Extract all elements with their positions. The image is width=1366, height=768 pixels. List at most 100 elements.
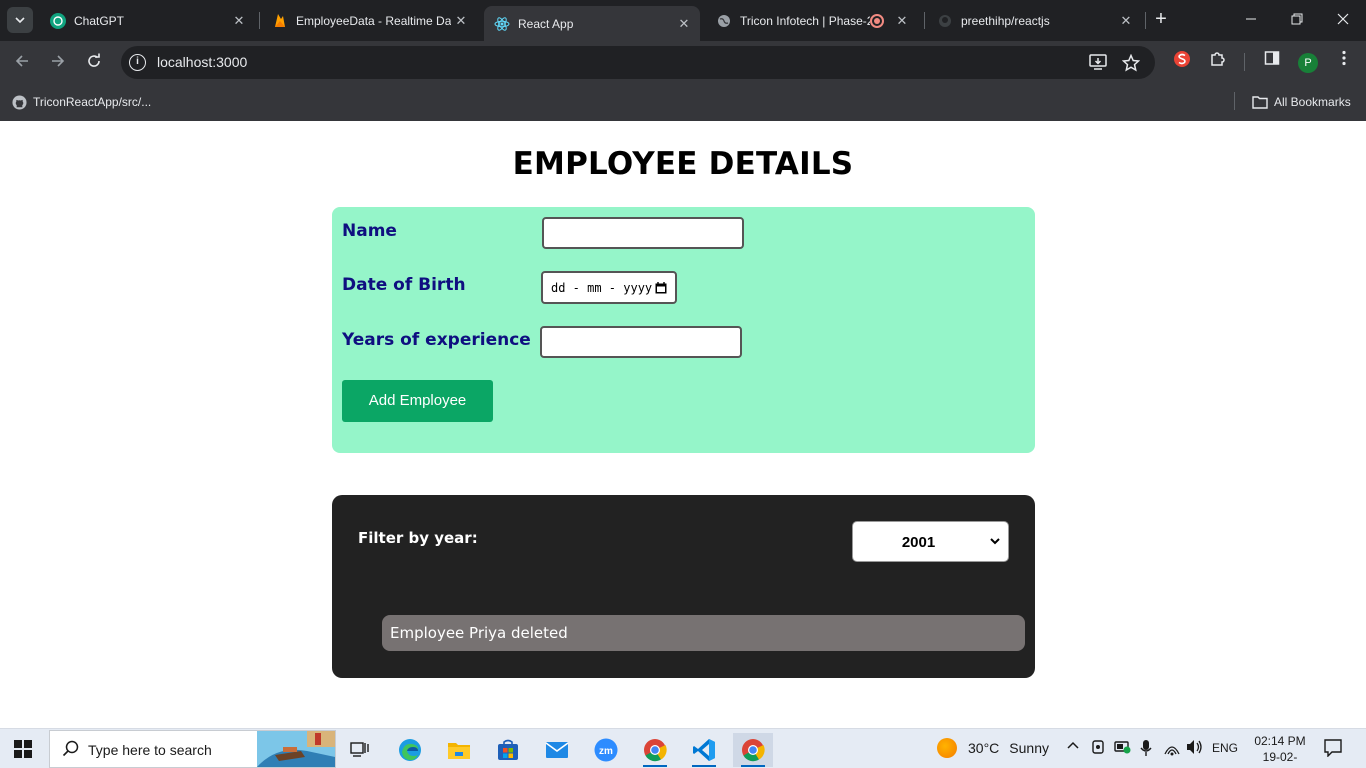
edge-icon (399, 739, 421, 761)
name-input[interactable] (542, 217, 744, 249)
notification-button[interactable] (1324, 739, 1342, 760)
bookmark-label: TriconReactApp/src/... (33, 95, 152, 109)
reload-button[interactable] (82, 51, 106, 75)
all-bookmarks-label: All Bookmarks (1274, 95, 1351, 109)
site-info-icon[interactable]: i (129, 54, 146, 71)
chevron-down-icon (15, 17, 25, 24)
tab-react-app[interactable]: React App ✕ (484, 6, 700, 41)
weather-temp: 30°C (968, 740, 1000, 756)
close-tab-icon[interactable]: ✕ (674, 16, 694, 32)
bookmarks-divider (1234, 92, 1235, 110)
address-bar[interactable]: i localhost:3000 (121, 46, 1155, 79)
name-label: Name (342, 221, 397, 241)
taskbar-store[interactable] (488, 733, 528, 767)
browser-tab-bar: ChatGPT ✕ EmployeeData - Realtime Da ✕ R… (0, 0, 1366, 41)
taskbar-mail[interactable] (537, 733, 577, 767)
experience-input[interactable] (540, 326, 742, 358)
task-view-icon (350, 742, 369, 757)
taskbar-edge[interactable] (390, 733, 430, 767)
notification-icon (1324, 739, 1342, 758)
calendar-icon[interactable] (655, 281, 667, 294)
bookmark-item[interactable]: TriconReactApp/src/... (11, 94, 151, 110)
tab-separator (924, 12, 925, 29)
task-view-button[interactable] (340, 733, 380, 767)
clock-date: 19-02-2024 (1262, 750, 1298, 768)
windows-start-button[interactable] (14, 740, 32, 758)
chatgpt-icon (50, 12, 66, 29)
reload-icon (88, 53, 100, 67)
menu-kebab-icon[interactable] (1333, 50, 1355, 72)
profile-avatar[interactable]: P (1298, 53, 1318, 73)
status-message: Employee Priya deleted (382, 615, 1025, 651)
taskbar-chrome[interactable] (635, 733, 675, 767)
tab-employeedata[interactable]: EmployeeData - Realtime Da ✕ (262, 6, 477, 35)
filter-panel: Filter by year: 2001 Employee Priya dele… (332, 495, 1035, 678)
microphone-icon[interactable] (1140, 739, 1152, 760)
clock[interactable]: 02:14 PM 19-02-2024 (1250, 733, 1310, 768)
folder-icon (1252, 94, 1268, 110)
close-tab-icon[interactable]: ✕ (229, 13, 249, 29)
show-hidden-icons[interactable] (1066, 738, 1080, 755)
os-taskbar: Type here to search zm 30°C Sunny ENG 02… (0, 728, 1366, 768)
store-icon (498, 739, 518, 760)
language-indicator[interactable]: ENG (1212, 741, 1238, 755)
close-tab-icon[interactable]: ✕ (451, 13, 471, 29)
restore-icon (1291, 13, 1303, 25)
sun-icon (937, 738, 957, 758)
wifi-icon[interactable] (1163, 740, 1181, 759)
tab-title: EmployeeData - Realtime Da (296, 13, 451, 28)
close-window-button[interactable] (1320, 8, 1366, 32)
weather-desc: Sunny (1009, 740, 1049, 756)
extensions-puzzle-icon[interactable] (1207, 50, 1229, 72)
weather-widget[interactable]: 30°C Sunny (937, 738, 1049, 758)
url-text[interactable]: localhost:3000 (157, 54, 247, 70)
tab-title: React App (518, 16, 574, 31)
forward-button[interactable] (46, 51, 70, 75)
toolbar-divider (1244, 53, 1245, 71)
add-employee-button[interactable]: Add Employee (342, 380, 493, 422)
firebase-icon (272, 13, 288, 29)
svg-text:zm: zm (599, 746, 613, 757)
volume-icon[interactable] (1186, 739, 1204, 758)
side-panel-icon[interactable] (1261, 50, 1283, 72)
back-button[interactable] (10, 51, 34, 75)
search-highlight-image (257, 731, 335, 767)
year-filter-select[interactable]: 2001 (852, 521, 1009, 562)
minimize-icon (1246, 18, 1256, 20)
restore-button[interactable] (1274, 8, 1320, 32)
taskbar-chrome-active[interactable] (733, 733, 773, 767)
vscode-icon (693, 739, 715, 761)
dob-input[interactable]: dd - mm - yyyy (541, 271, 677, 304)
dob-placeholder: dd - mm - yyyy (551, 280, 653, 295)
search-placeholder: Type here to search (88, 742, 212, 758)
new-tab-button[interactable]: + (1150, 8, 1172, 30)
globe-icon (716, 13, 732, 29)
tab-github[interactable]: preethihp/reactjs ✕ (927, 6, 1142, 35)
taskbar-zoom[interactable]: zm (586, 733, 626, 767)
all-bookmarks-button[interactable]: All Bookmarks (1252, 94, 1351, 110)
arrow-right-icon (52, 55, 65, 67)
filter-label: Filter by year: (358, 529, 478, 547)
tab-search-button[interactable] (7, 7, 33, 33)
tab-chatgpt[interactable]: ChatGPT ✕ (40, 6, 255, 35)
meet-now-icon[interactable] (1090, 739, 1106, 758)
tab-title: ChatGPT (74, 13, 125, 28)
extension-s-icon[interactable] (1171, 50, 1193, 72)
chevron-down-icon (990, 538, 1000, 545)
close-tab-icon[interactable]: ✕ (892, 13, 912, 29)
bookmarks-bar: TriconReactApp/src/... All Bookmarks (0, 85, 1366, 121)
tab-tricon[interactable]: Tricon Infotech | Phase-2 ✕ (706, 6, 921, 35)
experience-label: Years of experience (342, 330, 531, 350)
dob-label: Date of Birth (342, 275, 466, 295)
chrome-icon (742, 739, 765, 762)
taskbar-file-explorer[interactable] (439, 733, 479, 767)
minimize-button[interactable] (1228, 8, 1274, 32)
taskbar-vscode[interactable] (684, 733, 724, 767)
install-app-icon[interactable] (1088, 54, 1108, 72)
star-icon[interactable] (1121, 53, 1141, 72)
close-tab-icon[interactable]: ✕ (1116, 13, 1136, 29)
battery-icon[interactable] (1114, 739, 1132, 758)
taskbar-search-box[interactable]: Type here to search (49, 730, 336, 768)
arrow-left-icon (15, 55, 28, 67)
browser-toolbar: i localhost:3000 (0, 41, 1366, 85)
